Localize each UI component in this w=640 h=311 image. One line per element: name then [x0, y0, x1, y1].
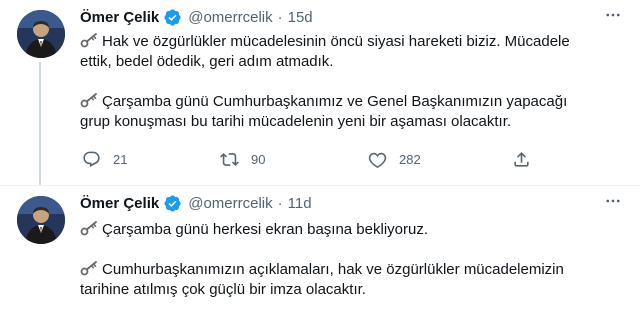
tweet-paragraph: Çarşamba günü Cumhurbaşkanımız ve Genel …	[80, 92, 620, 132]
tweet-header: Ömer Çelik @omerrcelik · 11d	[80, 192, 312, 214]
old-key-emoji-icon	[80, 32, 100, 48]
tweet-line: Çarşamba günü herkesi ekran başına bekli…	[102, 221, 429, 238]
tweet-line: ettik, bedel ödedik, geri adım atmadık.	[80, 53, 334, 70]
reply-count: 21	[113, 152, 128, 167]
old-key-emoji-icon	[80, 220, 100, 236]
tweet-paragraph: Çarşamba günü herkesi ekran başına bekli…	[80, 220, 620, 240]
tweet-paragraph: Cumhurbaşkanımızın açıklamaları, hak ve …	[80, 260, 620, 300]
reply-button[interactable]: 21	[82, 150, 127, 169]
retweet-count: 90	[251, 152, 266, 167]
thread-connector-line	[39, 62, 41, 186]
author-name[interactable]: Ömer Çelik	[80, 195, 159, 212]
author-handle[interactable]: @omerrcelik	[188, 9, 272, 26]
reply-icon	[83, 151, 100, 168]
verified-badge-icon	[163, 194, 182, 213]
tweet-line: grup konuşması bu tarihi mücadelenin yen…	[80, 113, 512, 130]
heart-icon	[368, 152, 387, 168]
tweet-header: Ömer Çelik @omerrcelik · 15d	[80, 6, 313, 28]
tweet-line: Cumhurbaşkanımızın açıklamaları, hak ve …	[102, 261, 564, 278]
author-name[interactable]: Ömer Çelik	[80, 9, 159, 26]
tweet-timestamp[interactable]: 15d	[288, 9, 313, 26]
more-dots-icon[interactable]	[600, 191, 626, 211]
retweet-button[interactable]: 90	[220, 150, 265, 169]
avatar[interactable]	[17, 10, 65, 58]
like-count: 282	[399, 152, 421, 167]
more-dots-icon[interactable]	[600, 5, 626, 25]
like-button[interactable]: 282	[368, 150, 421, 169]
tweet-actions: 21 90 282	[80, 150, 550, 172]
tweet-line: Çarşamba günü Cumhurbaşkanımız ve Genel …	[102, 93, 568, 110]
tweet-timestamp[interactable]: 11d	[288, 195, 312, 212]
separator-dot: ·	[277, 194, 283, 212]
old-key-emoji-icon	[80, 92, 100, 108]
tweet-text: Hak ve özgürlükler mücadelesinin öncü si…	[80, 32, 620, 132]
share-icon	[514, 152, 529, 167]
tweet-line: tarihine atılmış çok güçlü bir imza olac…	[80, 281, 366, 298]
tweet-1[interactable]: Ömer Çelik @omerrcelik · 15d Hak ve özgü…	[0, 0, 640, 186]
author-handle[interactable]: @omerrcelik	[188, 195, 272, 212]
separator-dot: ·	[277, 8, 283, 26]
retweet-icon	[220, 153, 239, 166]
share-button[interactable]	[512, 150, 543, 169]
tweet-line: Hak ve özgürlükler mücadelesinin öncü si…	[102, 33, 570, 50]
verified-badge-icon	[163, 8, 182, 27]
tweet-text: Çarşamba günü herkesi ekran başına bekli…	[80, 220, 620, 300]
avatar[interactable]	[17, 196, 65, 244]
old-key-emoji-icon	[80, 260, 100, 276]
tweet-2[interactable]: Ömer Çelik @omerrcelik · 11d Çarşamba gü…	[0, 186, 640, 311]
tweet-paragraph: Hak ve özgürlükler mücadelesinin öncü si…	[80, 32, 620, 72]
